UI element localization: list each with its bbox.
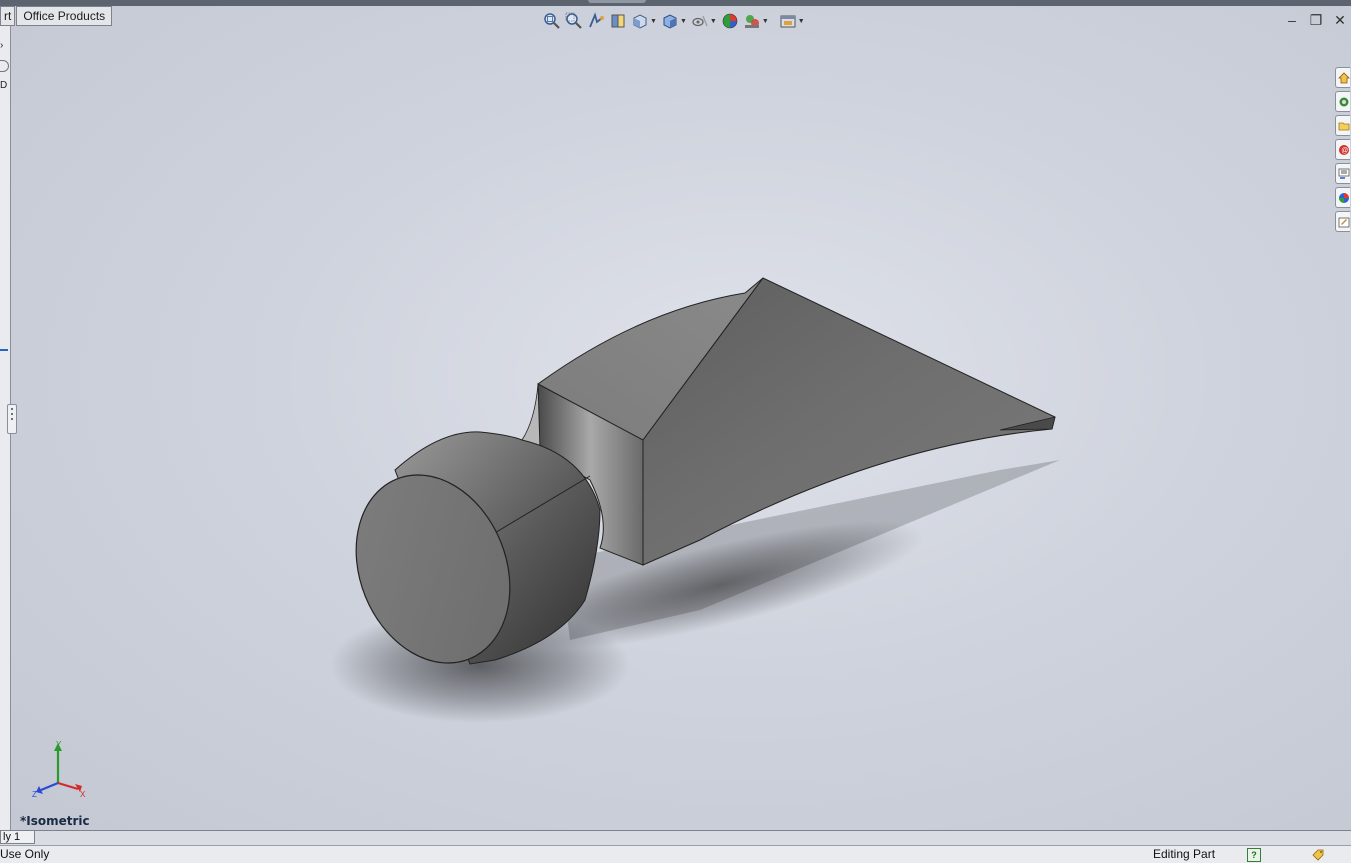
pane-text-fragment-d: D [0, 80, 8, 91]
document-window-controls: – ❐ ✕ [1285, 12, 1347, 28]
hide-show-items-button[interactable]: ▼ [691, 12, 717, 30]
tab-part[interactable]: rt [0, 6, 16, 26]
graphics-area[interactable]: Y X Z *Isometric [10, 6, 1351, 830]
appearances-icon [1339, 192, 1349, 203]
edit-appearance-button[interactable] [721, 12, 739, 30]
task-pane-custom-properties-tab[interactable] [1335, 211, 1350, 232]
design-library-icon [1339, 97, 1349, 106]
status-bar: Use Only Editing Part ? [0, 845, 1351, 863]
file-explorer-icon [1338, 122, 1350, 130]
home-icon [1338, 71, 1350, 83]
hammer-head-model[interactable] [10, 6, 1351, 830]
window-top-border [0, 0, 1351, 6]
hide-show-items-icon [692, 15, 708, 27]
apply-scene-icon [744, 15, 759, 28]
display-style-icon [663, 14, 677, 29]
triad-z-label: Z [32, 790, 37, 799]
model-tab-bar: ly 1 [0, 830, 1351, 845]
zoom-to-fit-button[interactable] [543, 12, 561, 30]
task-pane-tabs: @ [1335, 67, 1351, 232]
previous-view-icon [589, 12, 604, 28]
help-icon[interactable]: ? [1247, 848, 1261, 862]
apply-scene-button[interactable]: ▼ [743, 12, 769, 30]
chevron-down-icon: ▼ [679, 17, 687, 25]
task-pane-home-tab[interactable] [1335, 67, 1350, 88]
command-manager-tabs: rt Office Products [0, 6, 113, 26]
heads-up-view-toolbar: ▼ ▼ ▼ ▼ ▼ [543, 11, 805, 31]
custom-properties-icon [1338, 217, 1350, 227]
view-settings-button[interactable]: ▼ [779, 12, 805, 30]
zoom-to-area-button[interactable] [565, 12, 583, 30]
chevron-down-icon: ▼ [797, 17, 805, 25]
view-palette-icon [1338, 168, 1350, 179]
svg-text:@: @ [1341, 147, 1348, 154]
view-orientation-icon [633, 14, 647, 29]
tab-motion-study[interactable]: ly 1 [0, 831, 36, 844]
task-pane-design-library-tab[interactable] [1335, 91, 1350, 112]
view-orientation-button[interactable]: ▼ [631, 12, 657, 30]
chevron-down-icon: ▼ [709, 17, 717, 25]
edit-appearance-icon [722, 13, 738, 29]
status-left-text: Use Only [0, 847, 50, 861]
restore-button[interactable]: ❐ [1309, 12, 1323, 28]
close-button[interactable]: ✕ [1333, 12, 1347, 28]
minimize-button[interactable]: – [1285, 12, 1299, 28]
reference-triad: Y X Z [32, 740, 86, 799]
section-view-button[interactable] [609, 12, 627, 30]
chevron-down-icon: ▼ [761, 17, 769, 25]
task-pane-search-tab[interactable]: @ [1335, 139, 1350, 160]
pane-selection-marker [0, 349, 8, 351]
rebuild-tag-icon[interactable] [1311, 848, 1325, 861]
task-pane-file-explorer-tab[interactable] [1335, 115, 1350, 136]
task-pane-view-palette-tab[interactable] [1335, 163, 1350, 184]
section-view-icon [611, 14, 625, 28]
pane-text-fragment: › [0, 40, 4, 51]
previous-view-button[interactable] [587, 12, 605, 30]
tab-office-products[interactable]: Office Products [16, 6, 113, 26]
task-pane-appearances-tab[interactable] [1335, 187, 1350, 208]
pane-splitter-handle[interactable] [7, 404, 17, 434]
view-settings-icon [780, 15, 796, 28]
search-icon: @ [1339, 144, 1349, 155]
triad-y-label: Y [56, 740, 62, 749]
display-style-button[interactable]: ▼ [661, 12, 687, 30]
pane-icon-fragment [0, 60, 9, 72]
view-orientation-label: *Isometric [20, 814, 90, 828]
zoom-to-area-icon [565, 12, 582, 29]
chevron-down-icon: ▼ [650, 17, 657, 25]
triad-x-label: X [80, 790, 86, 799]
status-editing-part: Editing Part [1153, 847, 1216, 861]
zoom-to-fit-icon [544, 13, 560, 29]
